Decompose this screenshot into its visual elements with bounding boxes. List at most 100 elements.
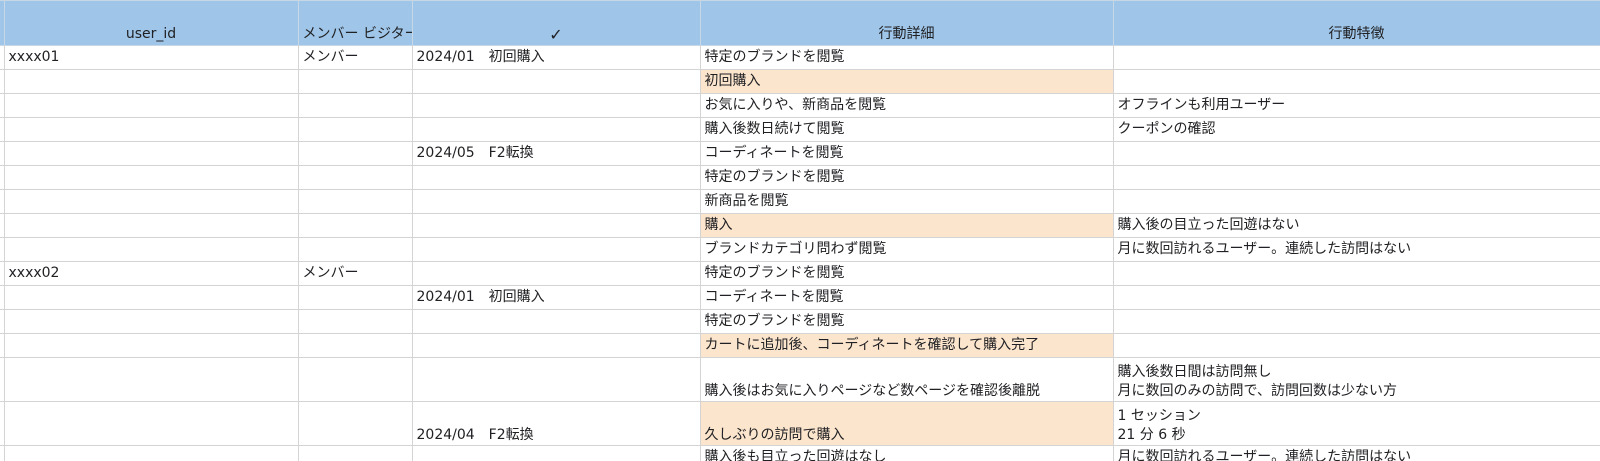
cell-detail[interactable]: 特定のブランドを閲覧	[699, 165, 1114, 190]
cell-feature-line2: 月に数回のみの訪問で、訪問回数は少ない方	[1117, 383, 1397, 399]
cell-feature[interactable]: 購入後の目立った回遊はない	[1112, 213, 1600, 238]
cell-user-id[interactable]	[3, 333, 299, 358]
cell-feature[interactable]	[1112, 333, 1600, 358]
cell-milestone[interactable]: 2024/05 F2転換	[411, 141, 701, 166]
cell-member[interactable]	[297, 237, 413, 262]
cell-feature[interactable]	[1112, 141, 1600, 166]
cell-member[interactable]	[297, 357, 413, 402]
table-row: 購入後も目立った回遊はなし 月に数回訪れるユーザー。連続した訪問はない	[0, 445, 1600, 461]
cell-milestone[interactable]	[411, 333, 701, 358]
header-user-id[interactable]: user_id	[3, 0, 299, 46]
cell-feature-line1: 購入後数日間は訪問無し	[1117, 364, 1272, 380]
cell-feature[interactable]	[1112, 309, 1600, 334]
cell-feature[interactable]: 月に数回訪れるユーザー。連続した訪問はない	[1112, 237, 1600, 262]
cell-feature[interactable]: 購入後数日間は訪問無し 月に数回のみの訪問で、訪問回数は少ない方	[1112, 357, 1600, 402]
cell-detail[interactable]: 購入後も目立った回遊はなし	[699, 445, 1114, 461]
cell-member[interactable]	[297, 69, 413, 94]
cell-member[interactable]	[297, 309, 413, 334]
cell-feature[interactable]	[1112, 285, 1600, 310]
header-action-detail[interactable]: 行動詳細	[699, 0, 1114, 46]
cell-milestone[interactable]	[411, 93, 701, 118]
cell-detail[interactable]: ブランドカテゴリ問わず閲覧	[699, 237, 1114, 262]
cell-user-id[interactable]	[3, 357, 299, 402]
table-row: カートに追加後、コーディネートを確認して購入完了	[0, 333, 1600, 358]
header-action-feature[interactable]: 行動特徴	[1112, 0, 1600, 46]
table-row: 新商品を閲覧	[0, 189, 1600, 214]
cell-detail[interactable]: お気に入りや、新商品を閲覧	[699, 93, 1114, 118]
cell-detail-highlighted[interactable]: 久しぶりの訪問で購入	[699, 401, 1114, 446]
cell-milestone[interactable]: 2024/04 F2転換	[411, 401, 701, 446]
cell-milestone[interactable]	[411, 261, 701, 286]
table-row: 購入後はお気に入りページなど数ページを確認後離脱 購入後数日間は訪問無し 月に数…	[0, 357, 1600, 402]
cell-user-id[interactable]: xxxx01	[3, 45, 299, 70]
cell-feature[interactable]: クーポンの確認	[1112, 117, 1600, 142]
cell-milestone[interactable]	[411, 69, 701, 94]
cell-detail[interactable]: 特定のブランドを閲覧	[699, 261, 1114, 286]
cell-member[interactable]	[297, 445, 413, 461]
cell-user-id[interactable]	[3, 117, 299, 142]
cell-detail[interactable]: 特定のブランドを閲覧	[699, 309, 1114, 334]
table-row: 2024/01 初回購入 コーディネートを閲覧	[0, 285, 1600, 310]
cell-user-id[interactable]	[3, 93, 299, 118]
cell-feature[interactable]: オフラインも利用ユーザー	[1112, 93, 1600, 118]
cell-user-id[interactable]	[3, 165, 299, 190]
cell-member[interactable]	[297, 285, 413, 310]
cell-milestone[interactable]	[411, 213, 701, 238]
cell-user-id[interactable]	[3, 189, 299, 214]
cell-member[interactable]	[297, 401, 413, 446]
cell-detail[interactable]: 特定のブランドを閲覧	[699, 45, 1114, 70]
cell-member[interactable]	[297, 333, 413, 358]
cell-member[interactable]	[297, 117, 413, 142]
header-member-line1: メンバー	[302, 26, 359, 42]
cell-user-id[interactable]	[3, 69, 299, 94]
cell-user-id[interactable]	[3, 445, 299, 461]
table-row: 購入 購入後の目立った回遊はない	[0, 213, 1600, 238]
table-row: 購入後数日続けて閲覧 クーポンの確認	[0, 117, 1600, 142]
cell-milestone[interactable]	[411, 445, 701, 461]
cell-milestone[interactable]	[411, 165, 701, 190]
cell-feature[interactable]	[1112, 261, 1600, 286]
cell-detail[interactable]: コーディネートを閲覧	[699, 285, 1114, 310]
cell-member[interactable]	[297, 213, 413, 238]
cell-detail-highlighted[interactable]: 購入	[699, 213, 1114, 238]
cell-milestone[interactable]: 2024/01 初回購入	[411, 45, 701, 70]
cell-member[interactable]: メンバー	[297, 261, 413, 286]
cell-detail[interactable]: 購入後数日続けて閲覧	[699, 117, 1114, 142]
cell-milestone[interactable]	[411, 309, 701, 334]
cell-milestone[interactable]: 2024/01 初回購入	[411, 285, 701, 310]
cell-user-id[interactable]	[3, 401, 299, 446]
cell-milestone[interactable]	[411, 117, 701, 142]
cell-feature[interactable]	[1112, 189, 1600, 214]
header-member-visitor[interactable]: メンバー ビジター	[297, 0, 413, 46]
cell-detail[interactable]: 購入後はお気に入りページなど数ページを確認後離脱	[699, 357, 1114, 402]
cell-member[interactable]	[297, 189, 413, 214]
table-row: 特定のブランドを閲覧	[0, 165, 1600, 190]
cell-feature[interactable]: 1 セッション 21 分 6 秒	[1112, 401, 1600, 446]
cell-user-id[interactable]	[3, 285, 299, 310]
cell-feature[interactable]: 月に数回訪れるユーザー。連続した訪問はない	[1112, 445, 1600, 461]
cell-member[interactable]: メンバー	[297, 45, 413, 70]
cell-milestone[interactable]	[411, 189, 701, 214]
cell-detail[interactable]: コーディネートを閲覧	[699, 141, 1114, 166]
cell-detail-highlighted[interactable]: 初回購入	[699, 69, 1114, 94]
cell-user-id[interactable]	[3, 141, 299, 166]
cell-member[interactable]	[297, 93, 413, 118]
cell-member[interactable]	[297, 141, 413, 166]
header-check[interactable]: ✓	[411, 0, 701, 46]
cell-user-id[interactable]	[3, 237, 299, 262]
cell-milestone[interactable]	[411, 237, 701, 262]
cell-milestone[interactable]	[411, 357, 701, 402]
table-row: xxxx01 メンバー 2024/01 初回購入 特定のブランドを閲覧	[0, 45, 1600, 70]
cell-user-id[interactable]	[3, 213, 299, 238]
cell-feature[interactable]	[1112, 45, 1600, 70]
cell-detail-highlighted[interactable]: カートに追加後、コーディネートを確認して購入完了	[699, 333, 1114, 358]
table-row: お気に入りや、新商品を閲覧 オフラインも利用ユーザー	[0, 93, 1600, 118]
cell-user-id[interactable]	[3, 309, 299, 334]
cell-member[interactable]	[297, 165, 413, 190]
table-row: ブランドカテゴリ問わず閲覧 月に数回訪れるユーザー。連続した訪問はない	[0, 237, 1600, 262]
cell-user-id[interactable]: xxxx02	[3, 261, 299, 286]
user-behavior-table: user_id メンバー ビジター ✓ 行動詳細 行動特徴 xxxx01 メンバ…	[0, 0, 1600, 461]
cell-feature[interactable]	[1112, 165, 1600, 190]
cell-feature[interactable]	[1112, 69, 1600, 94]
cell-detail[interactable]: 新商品を閲覧	[699, 189, 1114, 214]
